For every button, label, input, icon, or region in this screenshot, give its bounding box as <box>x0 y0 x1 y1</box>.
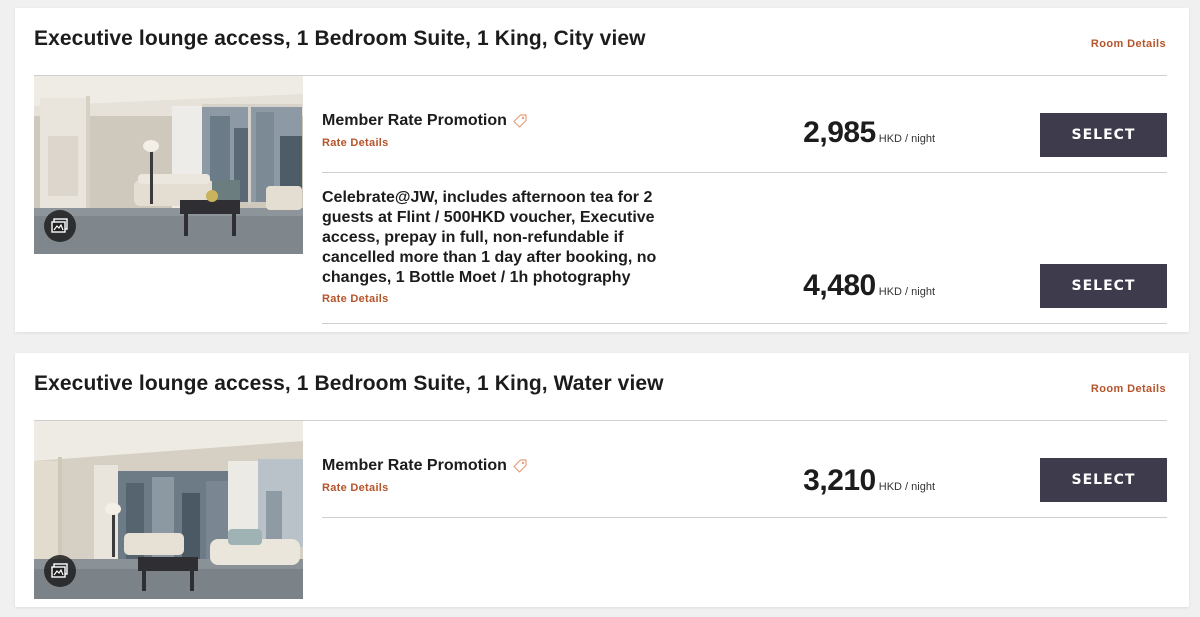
price: 4,480 HKD / night <box>803 269 935 303</box>
price-amount: 4,480 <box>803 269 876 302</box>
rate-name: Member Rate Promotion <box>322 112 528 130</box>
rate-name: Celebrate@JW, includes afternoon tea for… <box>322 189 657 286</box>
tag-icon <box>513 114 527 128</box>
room-title: Executive lounge access, 1 Bedroom Suite… <box>34 27 646 50</box>
photo-gallery-button[interactable] <box>44 210 76 242</box>
rate-row: Member Rate Promotion Rate Details 3,210… <box>322 421 1167 518</box>
room-card-city-view: Executive lounge access, 1 Bedroom Suite… <box>15 8 1189 332</box>
select-button[interactable]: SELECT <box>1040 458 1167 502</box>
select-button[interactable]: SELECT <box>1040 113 1167 157</box>
rate-details-link[interactable]: Rate Details <box>322 137 389 149</box>
price-unit: HKD / night <box>878 481 935 493</box>
price-amount: 2,985 <box>803 116 876 149</box>
room-details-link[interactable]: Room Details <box>1091 383 1166 395</box>
rate-row: Member Rate Promotion Rate Details 2,985… <box>322 76 1167 173</box>
photo-gallery-button[interactable] <box>44 555 76 587</box>
room-photo[interactable] <box>34 421 303 599</box>
price: 2,985 HKD / night <box>803 116 935 150</box>
price-amount: 3,210 <box>803 464 876 497</box>
rate-details-link[interactable]: Rate Details <box>322 293 389 305</box>
select-button[interactable]: SELECT <box>1040 264 1167 308</box>
room-photo[interactable] <box>34 76 303 254</box>
room-card-water-view: Executive lounge access, 1 Bedroom Suite… <box>15 353 1189 607</box>
divider <box>322 323 1167 324</box>
room-title: Executive lounge access, 1 Bedroom Suite… <box>34 372 664 395</box>
rate-name-text: Member Rate Promotion <box>322 457 507 474</box>
photo-gallery-icon <box>51 563 68 578</box>
price-unit: HKD / night <box>878 133 935 145</box>
price: 3,210 HKD / night <box>803 464 935 498</box>
tag-icon <box>513 459 527 473</box>
photo-gallery-icon <box>51 218 68 233</box>
rate-name: Member Rate Promotion <box>322 457 528 475</box>
room-details-link[interactable]: Room Details <box>1091 38 1166 50</box>
rate-name-text: Member Rate Promotion <box>322 112 507 129</box>
rate-details-link[interactable]: Rate Details <box>322 482 389 494</box>
rate-row: Celebrate@JW, includes afternoon tea for… <box>322 173 1167 324</box>
divider <box>322 517 1167 518</box>
price-unit: HKD / night <box>878 286 935 298</box>
